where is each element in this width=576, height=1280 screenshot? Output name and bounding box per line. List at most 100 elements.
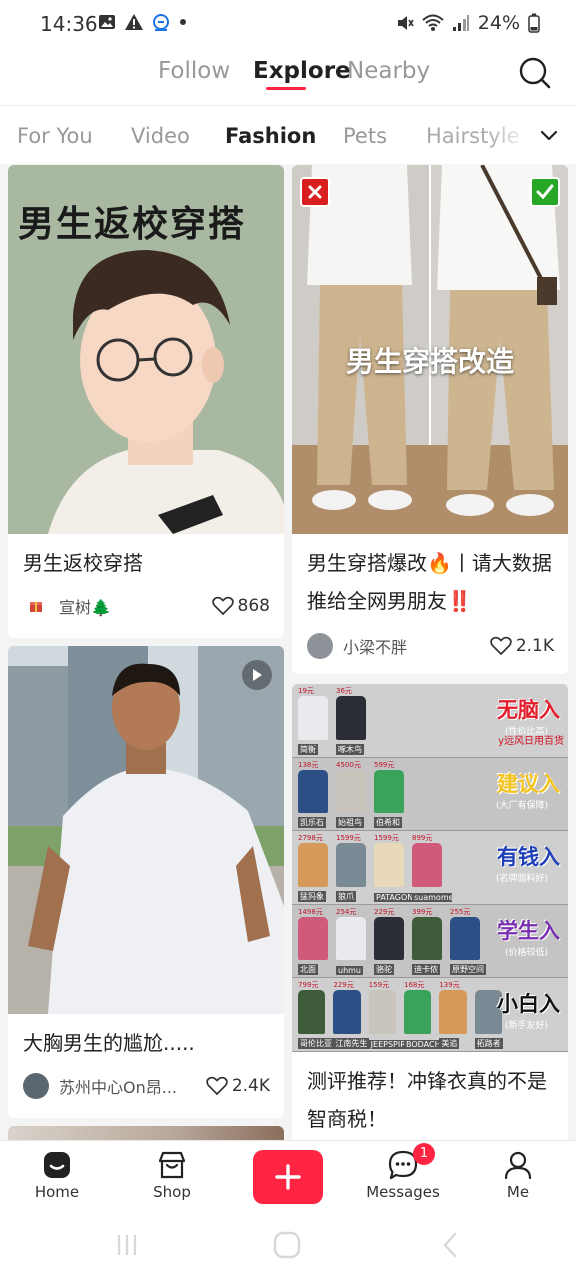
jacket-brand: suamoment: [412, 892, 452, 902]
nav-home-label: Home: [34, 1183, 80, 1201]
jacket-price: 255元: [450, 907, 471, 916]
jacket-price: 799元: [298, 981, 319, 990]
card-1-author[interactable]: 宣树🌲: [59, 594, 212, 618]
jacket-brand: uhmu: [336, 966, 364, 976]
category-fashion[interactable]: Fashion: [225, 124, 316, 148]
warning-icon: [124, 13, 144, 31]
jacket-image: [450, 916, 480, 961]
avatar[interactable]: [307, 633, 333, 659]
nav-messages-label: Messages: [366, 1183, 440, 1201]
card-3-photo: [8, 646, 284, 1014]
jacket-price: 254元: [336, 907, 357, 916]
nav-me-label: Me: [506, 1183, 530, 1201]
search-button[interactable]: [518, 56, 552, 90]
card-3-meta: 苏州中心On昂... 2.4K: [8, 1062, 284, 1110]
infographic-heading: 无脑入: [497, 698, 560, 722]
jacket-brand: 拓路者: [474, 1037, 503, 1049]
jacket-brand: 伯希和: [374, 817, 402, 829]
jacket-brand: 骆驼: [374, 964, 394, 976]
card-1-illustration: [48, 250, 284, 534]
jacket-image: [336, 769, 366, 814]
infographic-section: 138元 凯乐石 4500元 始祖鸟 599元 伯希和 建议入 (大厂有保障): [292, 757, 568, 832]
home-icon: [44, 1152, 70, 1178]
category-expand-button[interactable]: [538, 124, 560, 146]
jacket-image: [412, 916, 442, 961]
infographic-subheading: (名牌面料好): [495, 874, 548, 885]
card-4-cover: 19元 简衡 36元 啄木鸟 无脑入 (性价比高) y远风日用百货 138元 凯乐石 4500元始…: [292, 684, 568, 1052]
feed-card-3[interactable]: 大胸男生的尴尬..... 苏州中心On昂... 2.4K: [8, 646, 284, 1118]
jacket-price: 36元: [336, 687, 352, 695]
nav-shop-label: Shop: [153, 1183, 191, 1201]
category-video[interactable]: Video: [131, 124, 190, 148]
jacket-image: [336, 843, 366, 887]
jacket-image: [336, 916, 366, 961]
feed-card-2[interactable]: 男生穿搭改造 男生穿搭爆改🔥丨请大数据推给全网男朋友‼️ 小梁不胖 2.1K: [292, 165, 568, 674]
jacket-price: 4500元: [336, 760, 361, 769]
jacket-image: [439, 990, 467, 1034]
tab-follow[interactable]: Follow: [158, 58, 230, 84]
feed-card-4[interactable]: 19元 简衡 36元 啄木鸟 无脑入 (性价比高) y远风日用百货 138元 凯乐石 4500元始…: [292, 684, 568, 1140]
feed[interactable]: 男生返校穿搭 男生返校穿搭 宣树🌲 868 大胸男生的尴尬..... 苏州中心O…: [0, 164, 576, 1140]
tab-nearby[interactable]: Nearby: [347, 58, 430, 84]
nav-messages[interactable]: 1 Messages: [358, 1143, 448, 1201]
infographic-section: 19元 简衡 36元 啄木鸟 无脑入 (性价比高) y远风日用百货: [292, 684, 568, 758]
jacket-image: [374, 916, 404, 961]
wifi-icon: [422, 14, 444, 32]
jacket-price: 1599元: [374, 834, 399, 843]
card-1-like-button[interactable]: 868: [211, 596, 270, 616]
infographic-subheading: (新手友好): [504, 1021, 548, 1032]
jacket-brand: 美追: [439, 1037, 460, 1049]
jacket-price: 229元: [374, 907, 395, 916]
battery-icon: [528, 13, 540, 33]
jacket-brand: 始祖鸟: [336, 817, 364, 829]
jacket-brand: 原野空间: [450, 964, 486, 976]
recents-button[interactable]: [112, 1230, 142, 1260]
nav-shop[interactable]: Shop: [127, 1149, 217, 1201]
category-pets[interactable]: Pets: [343, 124, 387, 148]
infographic-subheading: (价格较低): [504, 947, 548, 958]
jacket-price: 229元: [333, 981, 354, 990]
infographic-heading: 建议入: [497, 771, 560, 796]
category-for-you[interactable]: For You: [17, 124, 93, 148]
jacket-image: [298, 769, 328, 814]
feed-card-1[interactable]: 男生返校穿搭 男生返校穿搭 宣树🌲 868: [8, 165, 284, 638]
wrong-mark-icon: [300, 177, 330, 207]
jacket-brand: BODACHEL: [404, 1039, 442, 1049]
video-badge: [242, 660, 272, 690]
card-2-title: 男生穿搭爆改🔥丨请大数据推给全网男朋友‼️: [307, 551, 552, 613]
nav-me[interactable]: Me: [473, 1149, 563, 1201]
avatar[interactable]: [23, 593, 49, 619]
jacket-price: 399元: [412, 907, 433, 916]
chevron-down-icon: [540, 130, 558, 141]
top-nav: Follow Explore Nearby: [0, 48, 576, 106]
recents-icon: [117, 1235, 137, 1255]
card-3-author[interactable]: 苏州中心On昂...: [59, 1074, 206, 1098]
mute-icon: [396, 14, 414, 32]
create-post-button[interactable]: [253, 1150, 323, 1204]
nav-home[interactable]: Home: [12, 1149, 102, 1201]
card-2-like-button[interactable]: 2.1K: [490, 636, 554, 656]
feed-card-5[interactable]: [8, 1126, 284, 1140]
home-circle-icon: [273, 1231, 301, 1259]
jacket-brand: 凯乐石: [298, 817, 326, 829]
back-button[interactable]: [436, 1230, 466, 1260]
infographic-section: 799元哥伦比亚 229元江南先生 159元 JEEPSPIRIT 168元 BODACH…: [292, 978, 568, 1052]
card-1-title: 男生返校穿搭: [23, 551, 143, 575]
bottom-nav: Home Shop 1 Messages Me: [0, 1140, 576, 1220]
gallery-icon: [98, 13, 116, 31]
home-button[interactable]: [272, 1230, 302, 1260]
card-3-like-button[interactable]: 2.4K: [206, 1076, 270, 1096]
search-icon: [519, 57, 551, 89]
jacket-price: 168元: [404, 981, 425, 990]
avatar[interactable]: [23, 1073, 49, 1099]
jacket-image: [298, 916, 328, 961]
card-2-author[interactable]: 小梁不胖: [343, 634, 490, 658]
jacket-price: 19元: [298, 687, 314, 695]
system-nav-bar: [0, 1220, 576, 1280]
tab-explore[interactable]: Explore: [253, 58, 351, 84]
jacket-brand: 狼爪: [336, 890, 356, 902]
status-left-icons: [98, 13, 188, 31]
jacket-image: [412, 843, 442, 887]
infographic-section: 1498元 北面 254元 uhmu 229元 骆驼 399元 迪卡侬 255元 原野空间 学生入 (…: [292, 904, 568, 979]
card-3-like-count: 2.4K: [231, 1076, 270, 1096]
